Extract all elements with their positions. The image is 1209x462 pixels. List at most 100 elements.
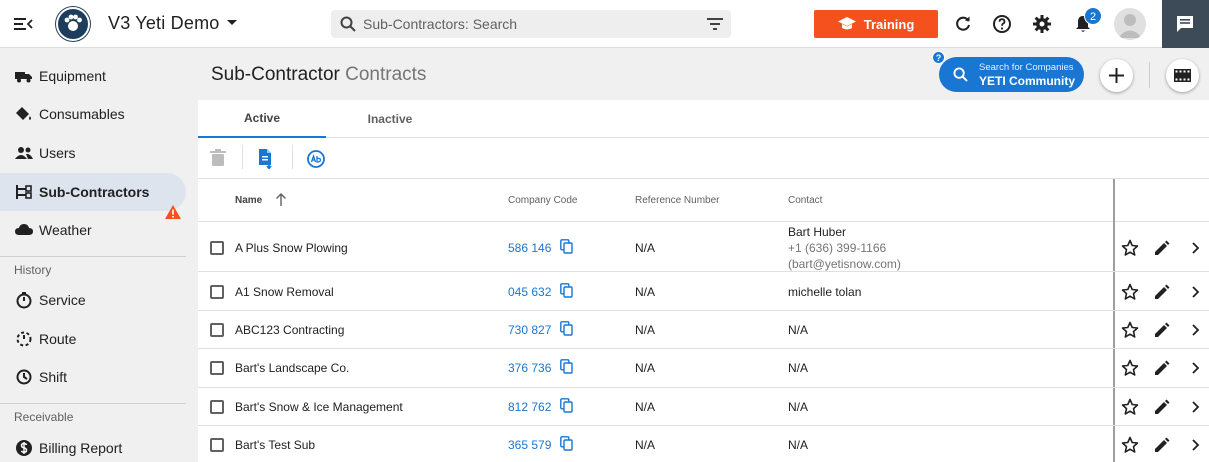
edit-icon[interactable]	[1153, 436, 1171, 454]
row-company-code[interactable]: 730 827	[508, 323, 551, 337]
column-header-company-code[interactable]: Company Code	[508, 195, 577, 206]
star-icon[interactable]	[1121, 321, 1139, 339]
chevron-right-icon[interactable]	[1186, 239, 1204, 257]
star-icon[interactable]	[1121, 359, 1139, 377]
refresh-icon[interactable]	[953, 14, 973, 34]
row-reference-number: N/A	[635, 285, 656, 299]
filter-icon[interactable]	[707, 18, 723, 30]
copy-icon[interactable]	[560, 436, 573, 451]
row-reference-number: N/A	[635, 438, 656, 452]
row-name: Bart's Snow & Ice Management	[235, 400, 403, 414]
edit-icon[interactable]	[1153, 398, 1171, 416]
route-icon	[16, 331, 32, 347]
sidebar-item-service[interactable]: Service	[0, 281, 186, 319]
table-row[interactable]: A Plus Snow Plowing 586 146 N/A Bart Hub…	[198, 223, 1209, 272]
chevron-right-icon[interactable]	[1186, 398, 1204, 416]
row-name: Bart's Test Sub	[235, 438, 316, 452]
sidebar-item-weather[interactable]: Weather	[0, 211, 186, 249]
sidebar-item-users[interactable]: Users	[0, 134, 186, 172]
sidebar-item-shift[interactable]: Shift	[0, 358, 186, 396]
page-title: Sub-Contractor Contracts	[211, 64, 426, 86]
sidebar-item-label: Users	[39, 145, 76, 161]
search-input[interactable]	[363, 14, 693, 34]
column-header-name[interactable]: Name	[235, 195, 262, 206]
row-company-code[interactable]: 812 762	[508, 400, 551, 414]
chat-button[interactable]	[1162, 0, 1209, 48]
export-file-icon[interactable]	[258, 149, 278, 169]
row-contact-phone: +1 (636) 399-1166	[788, 241, 887, 255]
edit-icon[interactable]	[1153, 283, 1171, 301]
table-row[interactable]: A1 Snow Removal 045 632 N/A michelle tol…	[198, 272, 1209, 311]
divider	[292, 145, 293, 169]
training-label: Training	[863, 16, 915, 32]
plus-icon	[1109, 68, 1124, 83]
add-button[interactable]	[1100, 59, 1133, 92]
training-button[interactable]: Training	[814, 10, 938, 38]
copy-icon[interactable]	[560, 239, 573, 254]
company-code-icon[interactable]	[306, 149, 326, 169]
row-company-code[interactable]: 376 736	[508, 361, 551, 375]
sidebar-item-route[interactable]: Route	[0, 320, 186, 358]
chevron-right-icon[interactable]	[1186, 436, 1204, 454]
top-bar: V3 Yeti Demo Training 2	[0, 0, 1209, 48]
delete-icon[interactable]	[210, 149, 230, 169]
table-row[interactable]: Bart's Snow & Ice Management 812 762 N/A…	[198, 388, 1209, 426]
row-checkbox[interactable]	[210, 438, 224, 452]
cloud-icon	[15, 224, 33, 235]
sidebar-item-sub-contractors[interactable]: Sub-Contractors	[0, 173, 186, 211]
row-company-code[interactable]: 586 146	[508, 241, 551, 255]
star-icon[interactable]	[1121, 436, 1139, 454]
community-button-label: YETI Community	[979, 74, 1076, 88]
row-company-code[interactable]: 045 632	[508, 285, 551, 299]
help-badge[interactable]: ?	[932, 51, 945, 64]
copy-icon[interactable]	[560, 398, 573, 413]
row-checkbox[interactable]	[210, 241, 224, 255]
row-checkbox[interactable]	[210, 285, 224, 299]
chat-icon	[1177, 16, 1193, 32]
yeti-logo[interactable]	[56, 7, 90, 41]
row-contact-name: N/A	[788, 361, 809, 375]
yeti-community-button[interactable]: Search for Companies YETI Community	[939, 57, 1084, 92]
truck-icon	[15, 72, 32, 83]
copy-icon[interactable]	[560, 359, 573, 374]
table-row[interactable]: Bart's Test Sub 365 579 N/A N/A	[198, 426, 1209, 462]
video-button[interactable]	[1166, 59, 1199, 92]
edit-icon[interactable]	[1153, 321, 1171, 339]
sidebar-item-equipment[interactable]: Equipment	[0, 57, 186, 95]
edit-icon[interactable]	[1153, 359, 1171, 377]
row-contact-email: (bart@yetisnow.com)	[788, 257, 901, 271]
star-icon[interactable]	[1121, 283, 1139, 301]
table-row[interactable]: Bart's Landscape Co. 376 736 N/A N/A	[198, 349, 1209, 388]
row-company-code[interactable]: 365 579	[508, 438, 551, 452]
help-icon[interactable]	[992, 14, 1012, 34]
row-reference-number: N/A	[635, 323, 656, 337]
avatar[interactable]	[1114, 8, 1146, 40]
column-header-reference-number[interactable]: Reference Number	[635, 195, 719, 206]
chevron-down-icon[interactable]	[226, 19, 238, 27]
dollar-icon	[16, 440, 32, 456]
row-checkbox[interactable]	[210, 361, 224, 375]
arrow-up-icon[interactable]	[275, 193, 287, 207]
row-checkbox[interactable]	[210, 323, 224, 337]
table-row[interactable]: ABC123 Contracting 730 827 N/A N/A	[198, 311, 1209, 349]
gear-icon[interactable]	[1032, 14, 1052, 34]
notification-badge[interactable]: 2	[1084, 7, 1102, 25]
row-checkbox[interactable]	[210, 400, 224, 414]
chevron-right-icon[interactable]	[1186, 283, 1204, 301]
tab-active[interactable]: Active	[198, 100, 326, 138]
chevron-right-icon[interactable]	[1186, 321, 1204, 339]
sidebar-item-label: Service	[39, 292, 86, 308]
chevron-right-icon[interactable]	[1186, 359, 1204, 377]
copy-icon[interactable]	[560, 283, 573, 298]
star-icon[interactable]	[1121, 398, 1139, 416]
copy-icon[interactable]	[560, 321, 573, 336]
contracts-card: Active Inactive Name Company Code Refere…	[198, 100, 1209, 462]
edit-icon[interactable]	[1153, 239, 1171, 257]
menu-collapse-icon[interactable]	[12, 14, 34, 34]
sidebar-item-consumables[interactable]: Consumables	[0, 95, 186, 133]
app-title[interactable]: V3 Yeti Demo	[108, 13, 219, 34]
star-icon[interactable]	[1121, 239, 1139, 257]
sidebar-item-billing-report[interactable]: Billing Report	[0, 429, 186, 462]
column-header-contact[interactable]: Contact	[788, 195, 822, 206]
tab-inactive[interactable]: Inactive	[326, 100, 454, 138]
